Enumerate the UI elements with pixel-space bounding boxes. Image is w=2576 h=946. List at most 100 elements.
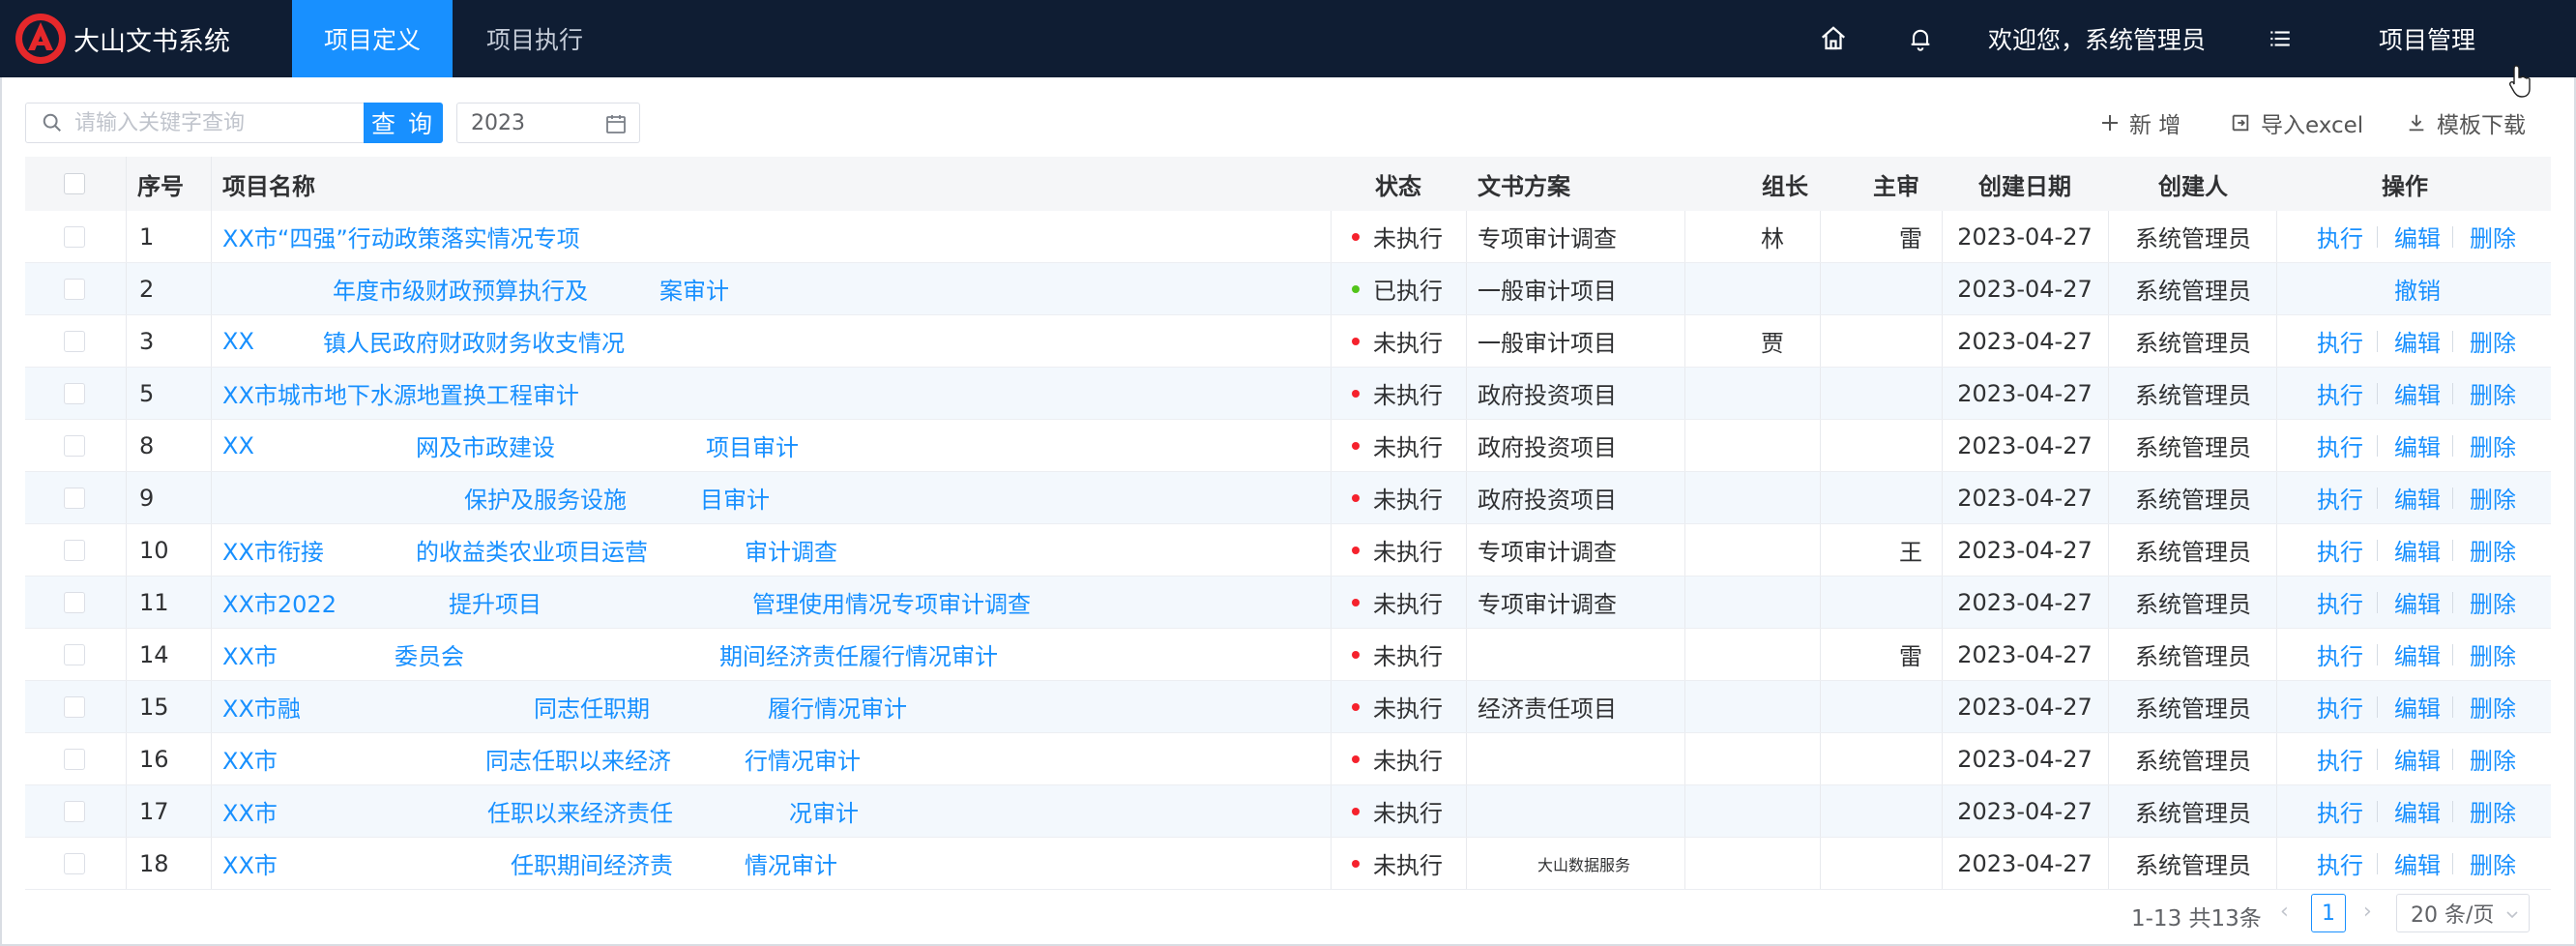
edit-link[interactable]: 编辑 [2394,794,2441,828]
table-row[interactable]: 8 XX 网及市政建设 项目审计 未执行 政府投资项目 2023-04-27 系统管理员 执行编… [25,420,2551,472]
execute-link[interactable]: 执行 [2317,481,2363,515]
project-management-menu[interactable]: 项目管理 [2379,0,2475,77]
tab-project-execution[interactable]: 项目执行 [453,0,617,77]
table-row[interactable]: 16 XX市 同志任职以来经济 行情况审计 未执行 2023-04-27 系统管理员 执行 编辑… [25,733,2551,785]
execute-link[interactable]: 执行 [2317,376,2363,410]
page-size-select[interactable]: 20 条/页 [2396,894,2530,932]
delete-link[interactable]: 删除 [2470,846,2516,880]
edit-link[interactable]: 编辑 [2394,846,2441,880]
notification-button[interactable] [1901,0,1940,77]
edit-link[interactable]: 编辑 [2394,637,2441,671]
chevron-right-icon: › [2363,900,2372,924]
table-row[interactable]: 15 XX市融 同志任职期 履行情况审计 未执行 经济责任项目 2023-04-27 系统管理… [25,681,2551,733]
execute-link[interactable]: 执行 [2317,690,2363,724]
pagination: 1-13 共13条 ‹ 1 › 20 条/页 [2131,892,2566,934]
template-download-button[interactable]: 模板下载 [2406,104,2526,141]
ops-cell: 执行 编辑 删除 [25,420,2551,471]
column-divider [211,157,212,211]
delete-link[interactable]: 删除 [2470,220,2516,253]
edit-link[interactable]: 编辑 [2394,742,2441,776]
delete-link[interactable]: 删除 [2470,637,2516,671]
delete-link[interactable]: 删除 [2470,429,2516,462]
top-navbar: 大山文书系统 项目定义 项目执行 欢迎您，系统管理员 项目管理 [0,0,2576,77]
tab-project-definition[interactable]: 项目定义 [292,0,453,77]
delete-link[interactable]: 删除 [2470,690,2516,724]
ops-cell: 执行 编辑 删除 [25,733,2551,784]
ops-cell: 执行 编辑 删除 [25,785,2551,837]
list-icon [2261,19,2299,58]
delete-link[interactable]: 删除 [2470,481,2516,515]
import-icon [2232,114,2249,132]
query-button[interactable]: 查 询 [364,103,443,143]
year-picker[interactable]: 2023 [456,103,640,143]
execute-link[interactable]: 执行 [2317,533,2363,567]
op-separator [2377,592,2378,613]
op-separator [2452,696,2453,718]
table-row[interactable]: 11 XX市2022 提升项目 管理使用情况专项审计调查 未执行 专项审计调查 2023-0… [25,576,2551,629]
project-management-label: 项目管理 [2379,26,2476,54]
welcome-text: 欢迎您，系统管理员 [1988,26,2207,54]
menu-button[interactable] [2261,0,2299,77]
op-separator [2377,435,2378,457]
op-separator [2377,331,2378,352]
edit-link[interactable]: 编辑 [2394,481,2441,515]
select-all-checkbox[interactable] [64,173,85,194]
ops-cell: 执行 编辑 删除 [25,681,2551,732]
table-row[interactable]: 3 XX 镇人民政府财政财务收支情况 未执行 一般审计项目贾 2023-04-27 系统管理… [25,315,2551,368]
edit-link[interactable]: 编辑 [2394,220,2441,253]
ops-cell: 执行 编辑 删除 [25,315,2551,367]
next-page-button[interactable]: › [2363,900,2372,924]
edit-link[interactable]: 编辑 [2394,585,2441,619]
edit-link[interactable]: 编辑 [2394,690,2441,724]
tab-label: 项目执行 [485,26,583,54]
edit-link[interactable]: 编辑 [2394,376,2441,410]
table-row[interactable]: 18 XX市 任职期间经济责 情况审计 未执行 大山数据服务 2023-04-27 系统管理员… [25,838,2551,890]
delete-link[interactable]: 删除 [2470,324,2516,358]
op-separator [2377,801,2378,822]
revoke-link[interactable]: 撤销 [2394,272,2441,306]
ops-cell: 执行 编辑 删除 [25,368,2551,419]
edit-link[interactable]: 编辑 [2394,429,2441,462]
add-button[interactable]: 新 增 [2100,104,2181,141]
page-size-value: 20 条/页 [2411,903,2495,928]
edit-link[interactable]: 编辑 [2394,324,2441,358]
table-row[interactable]: 1 XX市“四强”行动政策落实情况专项 未执行 专项审计调查林雷 2023-04-27 系… [25,211,2551,263]
table-row[interactable]: 10 XX市衔接 的收益类农业项目运营 审计调查 未执行 专项审计调查王 2023-04-2… [25,524,2551,576]
delete-link[interactable]: 删除 [2470,742,2516,776]
import-excel-button[interactable]: 导入excel [2230,104,2363,141]
execute-link[interactable]: 执行 [2317,742,2363,776]
delete-link[interactable]: 删除 [2470,533,2516,567]
execute-link[interactable]: 执行 [2317,220,2363,253]
op-separator [2452,488,2453,509]
execute-link[interactable]: 执行 [2317,637,2363,671]
table-row[interactable]: 5 XX市城市地下水源地置换工程审计 未执行 政府投资项目 2023-04-27 系统管理… [25,368,2551,420]
ops-cell: 执行 编辑 删除 [25,576,2551,628]
prev-page-button[interactable]: ‹ [2280,900,2289,924]
brand[interactable]: 大山文书系统 [0,0,292,77]
delete-link[interactable]: 删除 [2470,585,2516,619]
search-input[interactable] [74,110,355,135]
execute-link[interactable]: 执行 [2317,324,2363,358]
select-all-cell [64,157,93,211]
header-reviewer: 主审 [1873,172,1919,200]
execute-link[interactable]: 执行 [2317,429,2363,462]
home-icon [1814,19,1853,58]
execute-link[interactable]: 执行 [2317,846,2363,880]
table-row[interactable]: 9 保护及服务设施 目审计 未执行 政府投资项目 2023-04-27 系统管理员 执行 编辑删… [25,472,2551,524]
table-row[interactable]: 14 XX市 委员会 期间经济责任履行情况审计 未执行雷 2023-04-27 系统管理员执… [25,629,2551,681]
delete-link[interactable]: 删除 [2470,794,2516,828]
execute-link[interactable]: 执行 [2317,585,2363,619]
home-button[interactable] [1814,0,1853,77]
header-name: 项目名称 [222,172,315,200]
table-row[interactable]: 2 年度市级财政预算执行及 案审计 已执行 一般审计项目 2023-04-27 系统管理员撤… [25,263,2551,315]
edit-link[interactable]: 编辑 [2394,533,2441,567]
execute-link[interactable]: 执行 [2317,794,2363,828]
table-body: 1 XX市“四强”行动政策落实情况专项 未执行 专项审计调查林雷 2023-04-27 系… [25,211,2551,890]
table-row[interactable]: 17 XX市 任职以来经济责任 况审计 未执行 2023-04-27 系统管理员 执行 编辑 删除 [25,785,2551,838]
search-icon [43,113,61,132]
delete-link[interactable]: 删除 [2470,376,2516,410]
welcome-user[interactable]: 欢迎您，系统管理员 [1988,0,2206,77]
pagination-summary: 1-13 共13条 [2131,906,2262,931]
page-number-current[interactable]: 1 [2311,894,2346,932]
add-label: 新 增 [2129,113,2181,138]
